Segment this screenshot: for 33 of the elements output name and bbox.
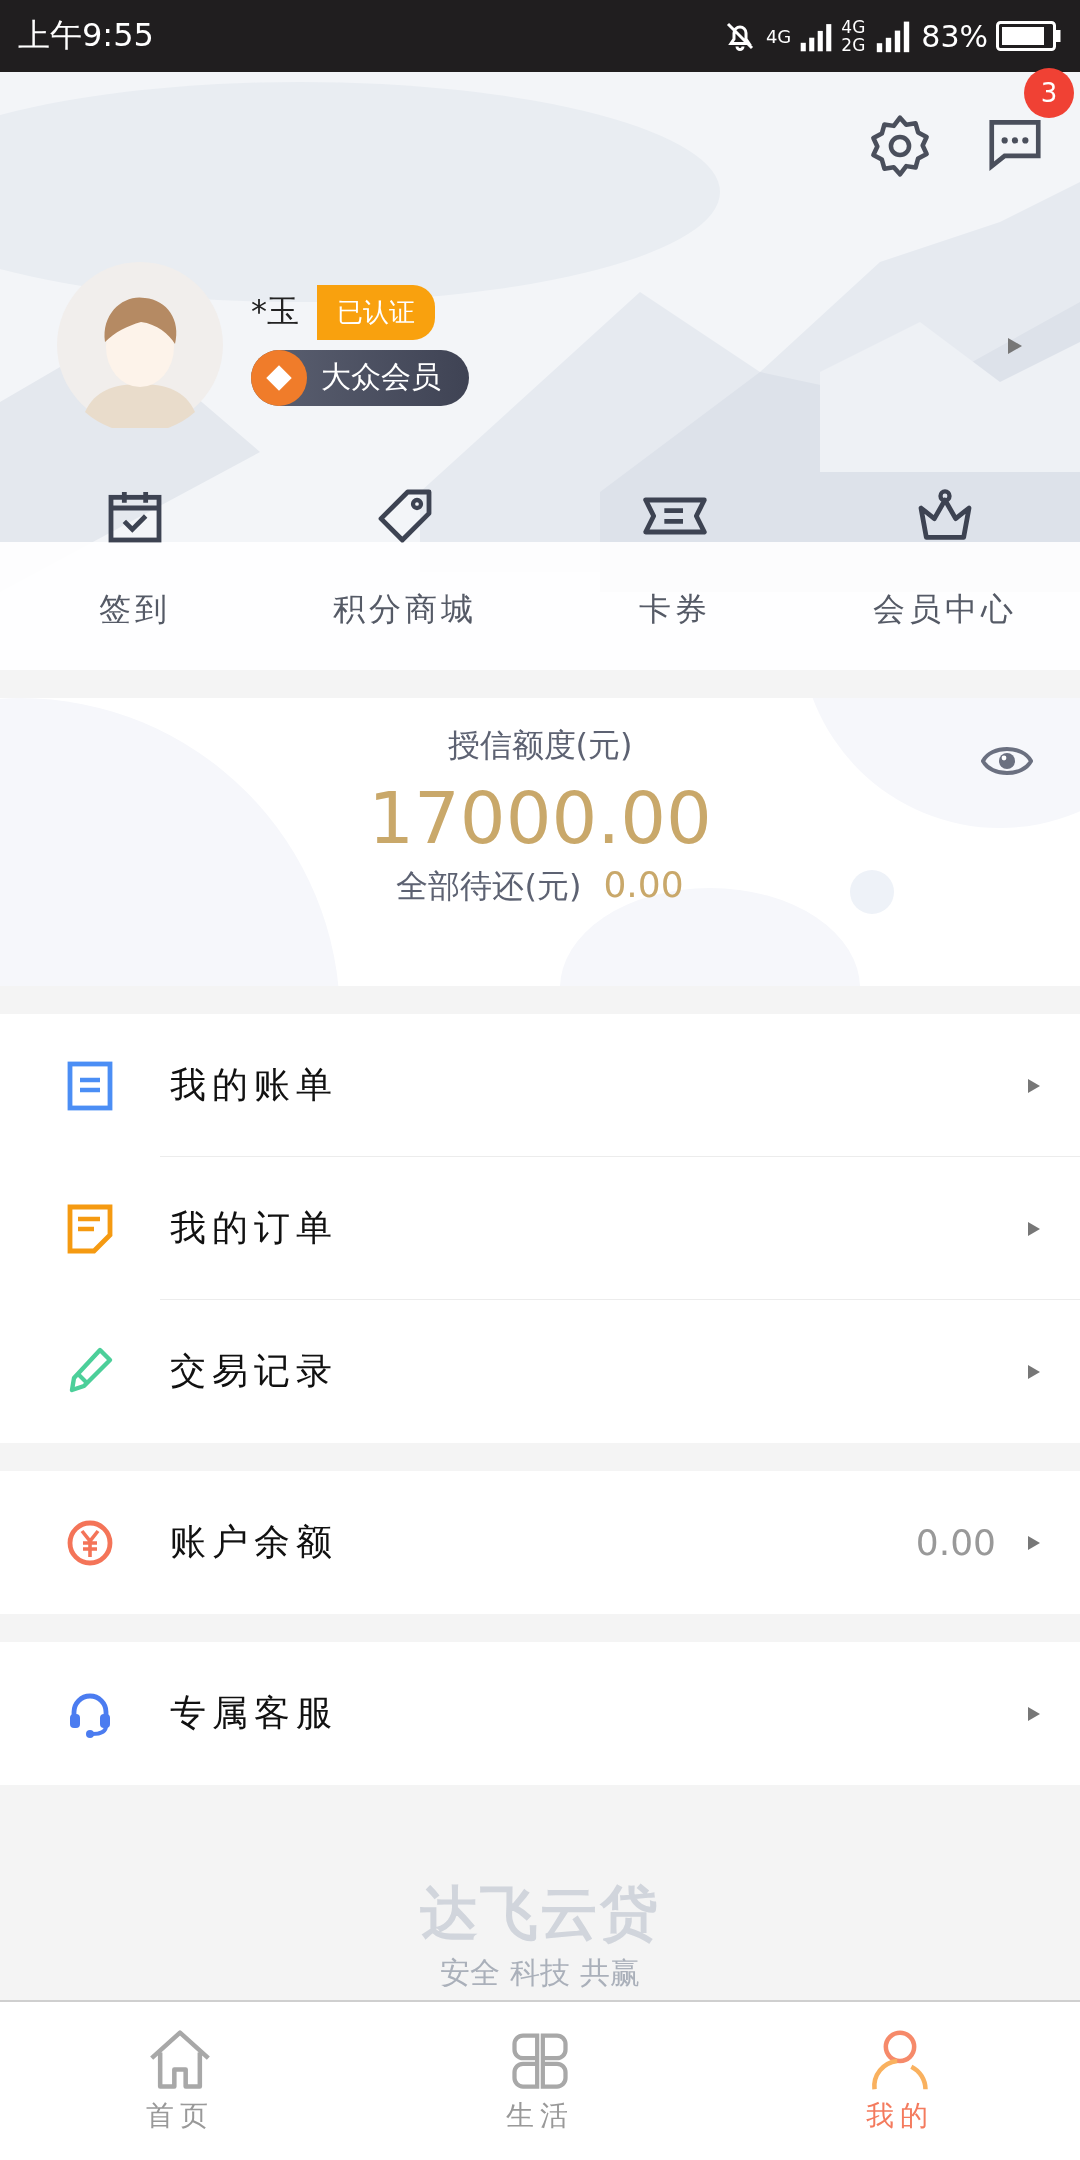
balance-value: 0.00 — [915, 1522, 996, 1563]
credit-amount: 17000.00 — [368, 776, 712, 860]
avatar-icon[interactable] — [57, 262, 223, 428]
network-label: 4G — [841, 18, 866, 36]
arrow-icon — [1028, 1078, 1040, 1093]
pending-amount: 0.00 — [603, 864, 684, 905]
arrow-icon — [1028, 1221, 1040, 1236]
credit-title: 授信额度(元) — [447, 725, 633, 766]
verified-badge: 已认证 — [317, 284, 435, 340]
status-time: 上午9:55 — [18, 15, 154, 56]
menu-item[interactable]: 账户余额 0.00 — [0, 1471, 1080, 1614]
member-level-badge[interactable]: 大众会员 — [251, 349, 469, 406]
arrow-icon[interactable] — [1008, 338, 1022, 354]
pending-label: 全部待还(元) — [396, 866, 582, 907]
shortcut-item[interactable]: 积分商城 — [270, 484, 540, 632]
network-label: 4G — [765, 25, 792, 47]
shortcut-item[interactable]: 会员中心 — [810, 484, 1080, 632]
user-name: *玉 — [251, 291, 299, 332]
document-icon — [66, 1059, 114, 1112]
network-label: 2G — [841, 36, 866, 54]
battery-level: 83% — [921, 18, 988, 54]
arrow-icon — [1028, 1364, 1040, 1379]
battery-icon — [996, 21, 1062, 51]
menu-item[interactable]: 我的订单 — [0, 1157, 1080, 1300]
menu-item[interactable]: 专属客服 — [0, 1642, 1080, 1785]
menu-item[interactable]: 我的账单 — [0, 1014, 1080, 1157]
shortcut-item[interactable]: 签到 — [0, 484, 270, 632]
menu-item[interactable]: 交易记录 — [0, 1300, 1080, 1443]
shortcut-item[interactable]: 卡券 — [540, 484, 810, 632]
arrow-icon — [1028, 1535, 1040, 1550]
note-icon — [66, 1202, 114, 1255]
slogan: 安全 科技 共赢 — [440, 1954, 640, 1992]
arrow-icon — [1028, 1706, 1040, 1721]
